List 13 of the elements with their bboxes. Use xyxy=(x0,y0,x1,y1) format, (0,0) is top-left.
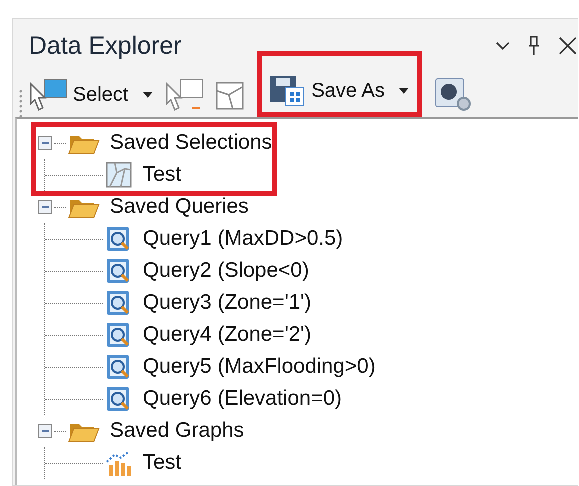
panel-title: Data Explorer xyxy=(29,32,182,60)
select-button[interactable]: Select xyxy=(25,75,159,115)
tree-item[interactable]: Test xyxy=(143,163,182,187)
tree-item[interactable]: Query3 (Zone='1') xyxy=(143,291,312,315)
tree-item[interactable]: Query4 (Zone='2') xyxy=(143,323,312,347)
tree-item[interactable]: Query5 (MaxFlooding>0) xyxy=(143,355,376,379)
folder-label[interactable]: Saved Graphs xyxy=(110,419,244,443)
folder-label[interactable]: Saved Selections xyxy=(110,131,272,155)
tree-item[interactable]: Query1 (MaxDD>0.5) xyxy=(143,227,344,251)
tree-item[interactable]: Query6 (Elevation=0) xyxy=(143,387,342,411)
tree-item[interactable]: Test xyxy=(143,451,182,475)
tree-item[interactable]: Query2 (Slope<0) xyxy=(143,259,310,283)
folder-label[interactable]: Saved Queries xyxy=(110,195,249,219)
